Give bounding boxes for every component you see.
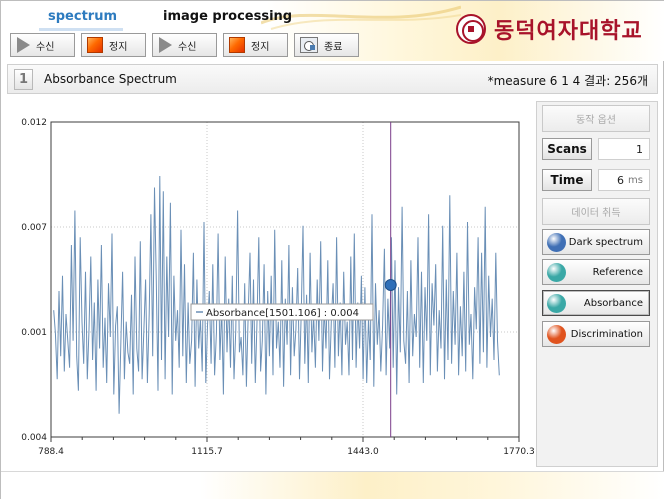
measure-status: *measure 6 1 4 결과: 256개: [487, 74, 648, 88]
discrimination-button[interactable]: Discrimination: [542, 321, 650, 347]
receive-button-1-label: 수신: [36, 41, 55, 53]
play-icon: [17, 37, 30, 53]
y-axis-ticks: 0.012 0.007 0.001 0.004: [21, 118, 47, 443]
tab-image-processing[interactable]: image processing: [163, 9, 292, 24]
time-value: 6: [617, 173, 625, 187]
y-tick-label: 0.007: [21, 223, 47, 233]
stop-button-1-label: 정지: [109, 41, 128, 53]
time-label: Time: [542, 169, 592, 191]
absorbance-series-line: [53, 175, 500, 414]
receive-button-2[interactable]: 수신: [152, 33, 217, 57]
data-acquire-button[interactable]: 데이터 취득: [542, 198, 650, 225]
discrimination-orb-icon: [547, 324, 566, 344]
exit-button-label: 종료: [324, 41, 343, 53]
time-input[interactable]: 6 ms: [598, 169, 650, 191]
absorbance-label: Absorbance: [583, 297, 643, 309]
university-name: 동덕여자대학교: [494, 19, 643, 44]
stop-icon: [229, 37, 245, 53]
stop-icon: [87, 37, 103, 53]
reference-orb-icon: [547, 262, 566, 282]
stop-button-2[interactable]: 정지: [223, 33, 288, 57]
reference-label: Reference: [592, 266, 643, 278]
receive-button-2-label: 수신: [178, 41, 197, 53]
scans-input[interactable]: 1: [598, 138, 650, 160]
header: spectrum image processing 수신 정지 수신 정지 종료…: [1, 1, 664, 61]
y-tick-label: 0.004: [21, 433, 47, 443]
tab-spectrum[interactable]: spectrum: [48, 9, 117, 24]
chart-title: Absorbance Spectrum: [44, 72, 177, 86]
x-tick-label: 788.4: [38, 447, 64, 457]
play-icon: [159, 37, 172, 53]
dark-spectrum-orb-icon: [547, 232, 566, 252]
absorbance-button[interactable]: Absorbance: [542, 290, 650, 316]
discrimination-label: Discrimination: [570, 328, 643, 340]
x-tick-label: 1770.3: [503, 447, 534, 457]
spectrum-chart-svg[interactable]: 0.012 0.007 0.001 0.004 788.4 1115.7 144…: [7, 101, 535, 467]
chart-number-badge: 1: [14, 69, 33, 90]
time-unit: ms: [628, 174, 643, 186]
tab-spectrum-underline: [39, 28, 123, 31]
scans-value: 1: [636, 142, 643, 156]
y-tick-label: 0.012: [21, 118, 47, 128]
footer-decoration: [1, 471, 664, 499]
cursor-tooltip: Absorbance[1501.106] : 0.004: [190, 303, 374, 321]
absorbance-orb-icon: [547, 293, 566, 313]
x-tick-label: 1443.0: [347, 447, 379, 457]
cursor-marker[interactable]: [384, 279, 397, 291]
exit-button[interactable]: 종료: [294, 33, 359, 57]
control-panel: 동작 옵션 Scans 1 Time 6 ms 데이터 취득 Dark spec…: [536, 101, 658, 467]
dark-spectrum-button[interactable]: Dark spectrum: [542, 229, 650, 255]
university-logo: 동덕여자대학교: [456, 13, 643, 45]
scans-label: Scans: [542, 138, 592, 160]
stop-button-2-label: 정지: [251, 41, 270, 53]
reference-button[interactable]: Reference: [542, 259, 650, 285]
stop-button-1[interactable]: 정지: [81, 33, 146, 57]
receive-button-1[interactable]: 수신: [10, 33, 75, 57]
spectrum-chart[interactable]: 0.012 0.007 0.001 0.004 788.4 1115.7 144…: [7, 101, 535, 467]
university-seal-icon: [456, 14, 486, 44]
cursor-tooltip-text: Absorbance[1501.106] : 0.004: [206, 308, 359, 319]
dark-spectrum-label: Dark spectrum: [568, 236, 643, 248]
x-tick-label: 1115.7: [191, 447, 223, 457]
exit-icon: [300, 37, 318, 53]
operation-options-button[interactable]: 동작 옵션: [542, 105, 650, 132]
chart-title-bar: 1 Absorbance Spectrum *measure 6 1 4 결과:…: [7, 64, 658, 94]
y-tick-label: 0.001: [21, 328, 47, 338]
app-window: spectrum image processing 수신 정지 수신 정지 종료…: [0, 0, 664, 499]
x-axis-ticks: 788.4 1115.7 1443.0 1770.3: [38, 447, 535, 457]
